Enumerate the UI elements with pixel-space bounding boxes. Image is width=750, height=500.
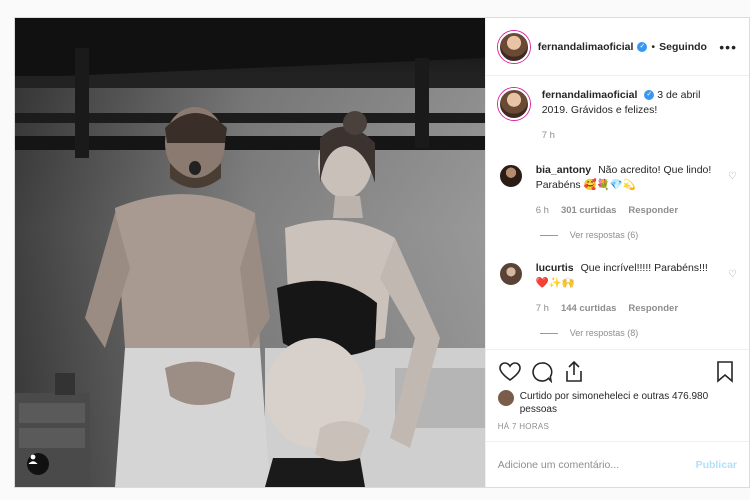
follow-button[interactable]: Seguindo [659,41,707,53]
save-button[interactable] [713,360,737,384]
caption-meta: 7 h [542,128,715,143]
caption-username[interactable]: fernandalimaoficial [542,89,638,101]
author-avatar[interactable] [497,30,530,63]
verified-badge-icon: ✓ [644,90,655,101]
likes-summary[interactable]: Curtido por simoneheleci e outras 476.98… [497,390,737,416]
action-bar [498,358,737,386]
comment-time[interactable]: 7 h [536,301,549,316]
caption-time[interactable]: 7 h [542,128,555,143]
comment-meta: 7 h 144 curtidas Responder [536,301,715,316]
commenter-avatar[interactable] [497,261,524,287]
replies-divider [539,235,558,236]
more-options-icon[interactable]: ••• [719,39,737,55]
post-header: fernandalimaoficial ✓ • Seguindo ••• [485,18,749,76]
comment-button[interactable] [530,360,554,384]
comment-likes[interactable]: 301 curtidas [561,203,616,218]
caption: fernandalimaoficial ✓ 3 de abril 2019. G… [497,88,737,143]
reply-button[interactable]: Responder [628,203,678,218]
comment-likes[interactable]: 144 curtidas [561,301,616,316]
post-actions: Curtido por simoneheleci e outras 476.98… [485,349,749,441]
comment-like-icon[interactable]: ♡ [728,267,737,282]
comment-time[interactable]: 6 h [536,203,549,218]
liker-avatar [497,390,514,406]
photo-illustration [15,18,485,487]
post-modal: fernandalimaoficial ✓ • Seguindo ••• fer… [14,17,750,488]
author-username[interactable]: fernandalimaoficial [538,41,634,53]
post-photo[interactable] [15,18,485,487]
comment-icon [531,362,553,383]
view-replies[interactable]: Ver respostas (6) [539,228,737,243]
commenter-avatar[interactable] [497,163,524,189]
caption-avatar[interactable] [497,88,530,120]
reply-button[interactable]: Responder [628,301,678,316]
view-replies-label[interactable]: Ver respostas (8) [570,326,639,341]
publish-button[interactable]: Publicar [696,459,737,471]
user-tag-icon [28,454,38,464]
bookmark-icon [717,361,733,383]
replies-divider [539,333,558,334]
view-replies[interactable]: Ver respostas (8) [539,326,737,341]
like-button[interactable] [498,360,522,384]
post-timestamp[interactable]: HÁ 7 HORAS [498,422,737,431]
add-comment-bar: Adicione um comentário... Publicar [485,441,749,487]
user-tag-button[interactable] [27,453,49,475]
view-replies-label[interactable]: Ver respostas (6) [570,228,639,243]
comments-list[interactable]: fernandalimaoficial ✓ 3 de abril 2019. G… [486,76,749,349]
likes-text[interactable]: Curtido por simoneheleci e outras 476.98… [520,390,737,416]
separator-dot: • [651,40,656,53]
comment-item: bia_antony Não acredito! Que lindo! Para… [497,163,737,218]
comment-item: lucurtis Que incrível!!!!! Parabéns!!! ❤… [497,261,737,316]
share-button[interactable] [562,360,586,384]
post-sidebar: fernandalimaoficial ✓ • Seguindo ••• fer… [484,18,749,487]
verified-badge-icon: ✓ [637,41,648,52]
comment-meta: 6 h 301 curtidas Responder [536,203,715,218]
comment-input[interactable]: Adicione um comentário... [498,459,696,471]
share-icon [565,361,582,382]
comment-username[interactable]: lucurtis [536,262,574,274]
comment-like-icon[interactable]: ♡ [728,169,737,184]
comment-username[interactable]: bia_antony [536,164,591,176]
heart-icon [498,362,521,381]
